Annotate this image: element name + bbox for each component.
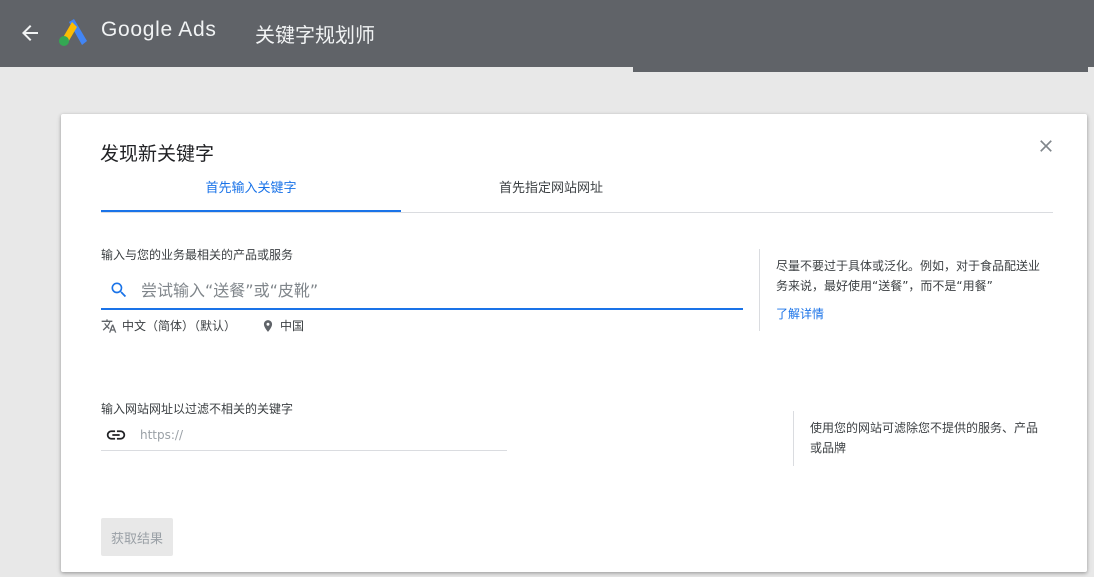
location-pin-icon	[263, 319, 273, 332]
keyword-search-field	[101, 274, 743, 310]
keywords-label: 输入与您的业务最相关的产品或服务	[101, 248, 294, 262]
translate-icon	[101, 318, 117, 333]
get-results-button[interactable]: 获取结果	[101, 518, 173, 556]
search-icon	[111, 282, 127, 298]
app-header: Google Ads 关键字规划师	[0, 0, 1094, 67]
learn-more-link[interactable]: 了解详情	[776, 305, 824, 322]
url-help-divider	[793, 411, 794, 466]
tab-enter-keywords[interactable]: 首先输入关键字	[101, 170, 401, 212]
language-selector[interactable]: 中文（简体）（默认）	[101, 317, 236, 334]
keyword-search-input[interactable]	[141, 278, 731, 302]
google-ads-logo-icon	[59, 19, 87, 46]
dialog-title: 发现新关键字	[100, 143, 215, 165]
website-url-input[interactable]	[140, 425, 490, 445]
location-label: 中国	[280, 319, 305, 333]
tab-enter-website[interactable]: 首先指定网站网址	[401, 170, 701, 210]
close-icon[interactable]	[1036, 136, 1056, 156]
tool-name: 关键字规划师	[255, 23, 375, 47]
keywords-help-text: 尽量不要过于具体或泛化。例如，对于食品配送业务来说，最好使用“送餐”，而不是“用…	[776, 259, 1041, 293]
url-help-text: 使用您的网站可滤除您不提供的服务、产品或品牌	[810, 421, 1039, 455]
link-icon	[106, 430, 126, 440]
location-selector[interactable]: 中国	[261, 317, 304, 334]
help-divider	[759, 249, 760, 331]
discover-keywords-dialog: 发现新关键字 首先输入关键字 首先指定网站网址 输入与您的业务最相关的产品或服务…	[61, 114, 1087, 572]
website-url-field	[101, 424, 507, 451]
arrow-left-icon[interactable]	[18, 21, 42, 45]
language-label: 中文（简体）（默认）	[122, 319, 237, 333]
product-name: Google Ads	[101, 18, 217, 41]
url-label: 输入网站网址以过滤不相关的关键字	[101, 402, 294, 416]
tab-bar: 首先输入关键字 首先指定网站网址	[101, 170, 1053, 213]
header-strip	[633, 67, 1088, 72]
